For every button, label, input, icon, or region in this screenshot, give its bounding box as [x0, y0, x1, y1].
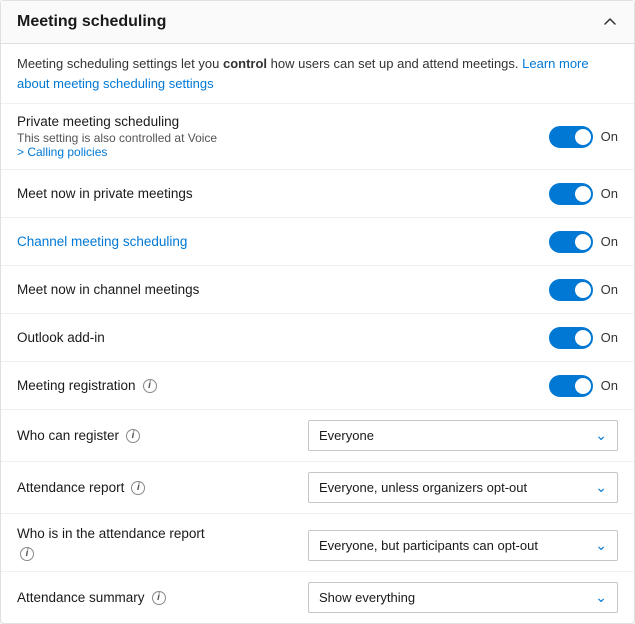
- toggle-wrapper-channel-meeting: On: [549, 231, 618, 253]
- control-meet-now-channel: On: [453, 279, 618, 301]
- setting-row-meet-now-private: Meet now in private meetings On: [1, 170, 634, 218]
- control-attendance-summary: Show everything ⌄: [308, 582, 618, 613]
- description-text: Meeting scheduling settings let you cont…: [17, 56, 522, 71]
- label-who-can-register: Who can register i: [17, 428, 292, 443]
- dropdown-attendance-report[interactable]: Everyone, unless organizers opt-out ⌄: [308, 472, 618, 503]
- label-group-who-in-attendance: Who is in the attendance report i: [17, 526, 308, 561]
- setting-row-outlook-addin: Outlook add-in On: [1, 314, 634, 362]
- label-group-private-meeting: Private meeting scheduling This setting …: [17, 114, 453, 159]
- setting-row-who-can-register: Who can register i Everyone ⌄: [1, 410, 634, 462]
- control-who-can-register: Everyone ⌄: [308, 420, 618, 451]
- setting-row-attendance-report: Attendance report i Everyone, unless org…: [1, 462, 634, 514]
- dropdown-attendance-summary[interactable]: Show everything ⌄: [308, 582, 618, 613]
- label-group-who-can-register: Who can register i: [17, 428, 308, 443]
- calling-policies-link[interactable]: > Calling policies: [17, 145, 107, 159]
- dropdown-arrow-who-in-attendance: ⌄: [595, 537, 607, 554]
- meeting-scheduling-panel: Meeting scheduling Meeting scheduling se…: [0, 0, 635, 624]
- toggle-outlook-addin[interactable]: [549, 327, 593, 349]
- label-outlook-addin: Outlook add-in: [17, 330, 437, 345]
- control-meet-now-private: On: [453, 183, 618, 205]
- dropdown-who-can-register[interactable]: Everyone ⌄: [308, 420, 618, 451]
- setting-row-meeting-registration: Meeting registration i On: [1, 362, 634, 410]
- label-private-meeting: Private meeting scheduling: [17, 114, 437, 129]
- dropdown-value-attendance-summary: Show everything: [319, 590, 587, 605]
- toggle-channel-meeting[interactable]: [549, 231, 593, 253]
- control-meeting-registration: On: [453, 375, 618, 397]
- control-who-in-attendance: Everyone, but participants can opt-out ⌄: [308, 530, 618, 561]
- toggle-wrapper-meeting-registration: On: [549, 375, 618, 397]
- settings-list: Private meeting scheduling This setting …: [1, 104, 634, 623]
- info-icon-attendance-summary[interactable]: i: [152, 591, 166, 605]
- toggle-label-private-meeting: On: [601, 129, 618, 144]
- sublabel-private-meeting: This setting is also controlled at Voice…: [17, 131, 437, 159]
- label-meet-now-channel: Meet now in channel meetings: [17, 282, 437, 297]
- dropdown-value-who-can-register: Everyone: [319, 428, 587, 443]
- info-icon-who-in-attendance[interactable]: i: [20, 547, 34, 561]
- label-group-attendance-report: Attendance report i: [17, 480, 308, 495]
- label-group-outlook-addin: Outlook add-in: [17, 330, 453, 345]
- setting-row-private-meeting-scheduling: Private meeting scheduling This setting …: [1, 104, 634, 170]
- dropdown-arrow-attendance-report: ⌄: [595, 479, 607, 496]
- panel-description: Meeting scheduling settings let you cont…: [1, 44, 634, 104]
- control-attendance-report: Everyone, unless organizers opt-out ⌄: [308, 472, 618, 503]
- label-group-meet-now-private: Meet now in private meetings: [17, 186, 453, 201]
- toggle-wrapper-outlook-addin: On: [549, 327, 618, 349]
- control-outlook-addin: On: [453, 327, 618, 349]
- label-group-attendance-summary: Attendance summary i: [17, 590, 308, 605]
- dropdown-who-in-attendance[interactable]: Everyone, but participants can opt-out ⌄: [308, 530, 618, 561]
- toggle-wrapper-private-meeting: On: [549, 126, 618, 148]
- label-meeting-registration: Meeting registration i: [17, 378, 437, 393]
- label-attendance-report: Attendance report i: [17, 480, 292, 495]
- label-who-in-attendance: Who is in the attendance report: [17, 526, 292, 541]
- info-icon-meeting-registration[interactable]: i: [143, 379, 157, 393]
- label-group-channel-meeting: Channel meeting scheduling: [17, 234, 453, 249]
- label-group-meet-now-channel: Meet now in channel meetings: [17, 282, 453, 297]
- control-private-meeting: On: [453, 126, 618, 148]
- panel-title: Meeting scheduling: [17, 13, 166, 31]
- toggle-meeting-registration[interactable]: [549, 375, 593, 397]
- dropdown-arrow-who-can-register: ⌄: [595, 427, 607, 444]
- toggle-label-meet-now-private: On: [601, 186, 618, 201]
- toggle-meet-now-private[interactable]: [549, 183, 593, 205]
- dropdown-value-attendance-report: Everyone, unless organizers opt-out: [319, 480, 587, 495]
- label-channel-meeting: Channel meeting scheduling: [17, 234, 437, 249]
- label-group-meeting-registration: Meeting registration i: [17, 378, 453, 393]
- dropdown-value-who-in-attendance: Everyone, but participants can opt-out: [319, 538, 587, 553]
- panel-header: Meeting scheduling: [1, 1, 634, 44]
- info-icon-attendance-report[interactable]: i: [131, 481, 145, 495]
- toggle-meet-now-channel[interactable]: [549, 279, 593, 301]
- toggle-wrapper-meet-now-channel: On: [549, 279, 618, 301]
- toggle-label-meet-now-channel: On: [601, 282, 618, 297]
- toggle-label-channel-meeting: On: [601, 234, 618, 249]
- label-attendance-summary: Attendance summary i: [17, 590, 292, 605]
- toggle-wrapper-meet-now-private: On: [549, 183, 618, 205]
- dropdown-arrow-attendance-summary: ⌄: [595, 589, 607, 606]
- setting-row-attendance-summary: Attendance summary i Show everything ⌄: [1, 572, 634, 623]
- toggle-label-outlook-addin: On: [601, 330, 618, 345]
- info-icon-who-can-register[interactable]: i: [126, 429, 140, 443]
- setting-row-meet-now-channel: Meet now in channel meetings On: [1, 266, 634, 314]
- toggle-private-meeting[interactable]: [549, 126, 593, 148]
- label-meet-now-private: Meet now in private meetings: [17, 186, 437, 201]
- control-channel-meeting: On: [453, 231, 618, 253]
- setting-row-who-in-attendance: Who is in the attendance report i Everyo…: [1, 514, 634, 572]
- toggle-label-meeting-registration: On: [601, 378, 618, 393]
- collapse-icon[interactable]: [602, 14, 618, 30]
- setting-row-channel-meeting: Channel meeting scheduling On: [1, 218, 634, 266]
